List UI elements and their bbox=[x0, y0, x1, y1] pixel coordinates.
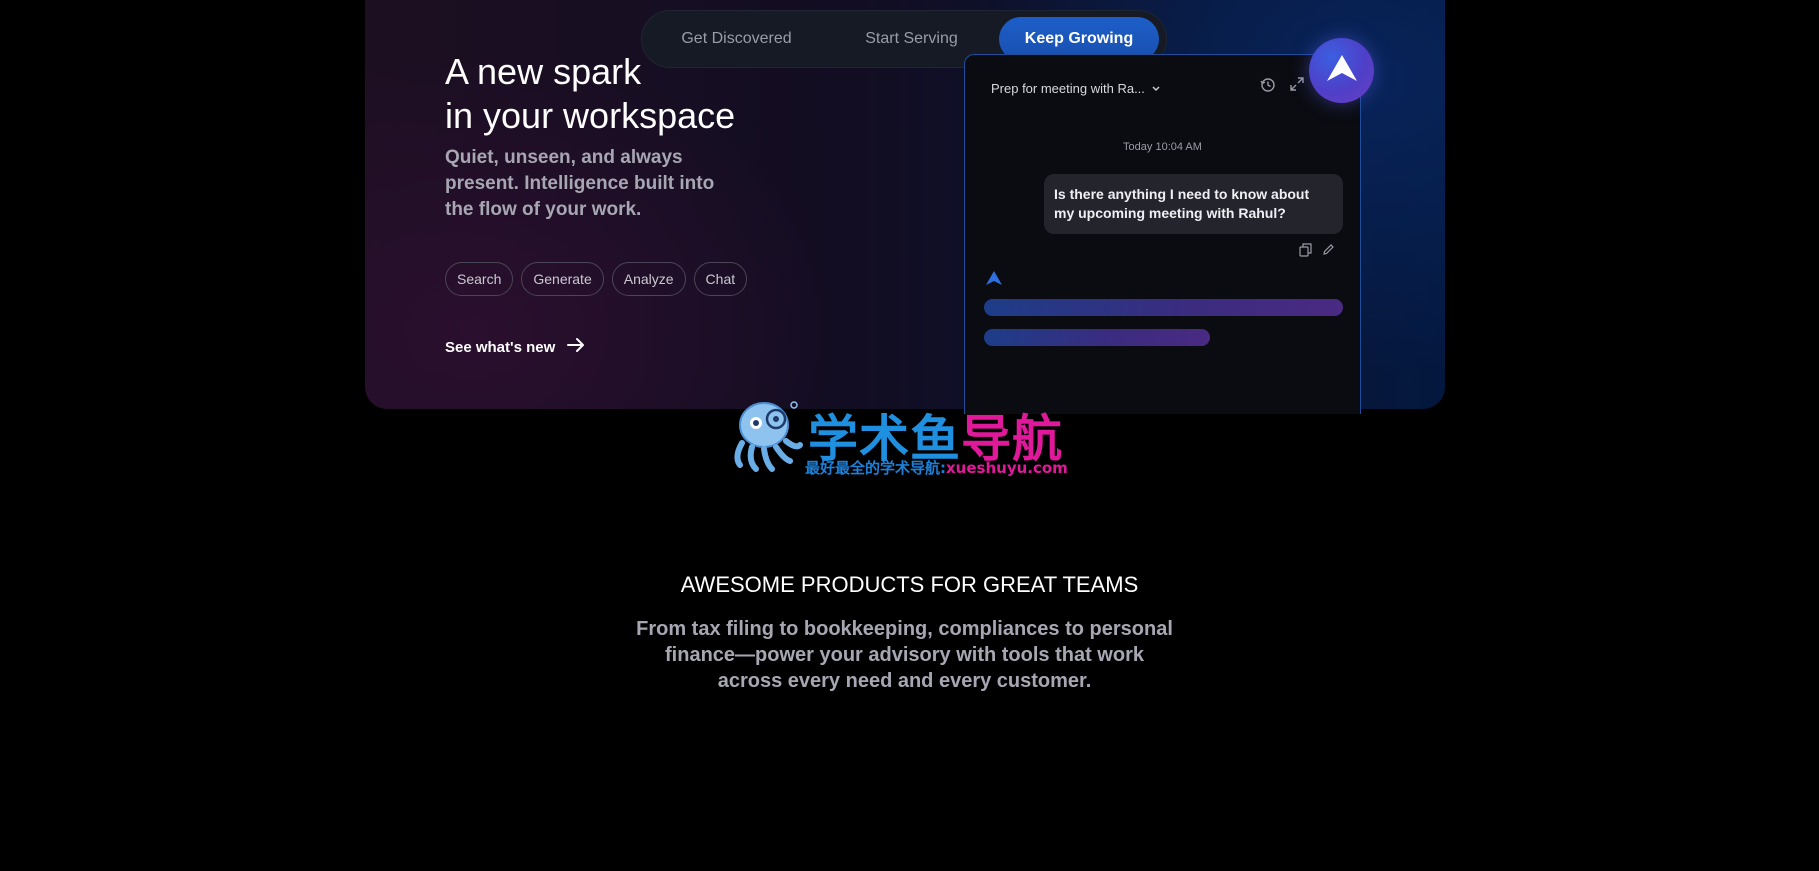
chip-generate[interactable]: Generate bbox=[521, 262, 604, 296]
chat-title-dropdown[interactable]: Prep for meeting with Ra... bbox=[991, 81, 1161, 96]
hero-headline-line-2: in your workspace bbox=[445, 95, 736, 136]
edit-icon[interactable] bbox=[1322, 243, 1335, 262]
section-title: AWESOME PRODUCTS FOR GREAT TEAMS bbox=[680, 572, 1139, 597]
chat-title: Prep for meeting with Ra... bbox=[991, 81, 1145, 96]
watermark-url: xueshuyu.com bbox=[946, 459, 1068, 477]
hero-subtitle: Quiet, unseen, and always present. Intel… bbox=[445, 147, 715, 220]
ai-spark-icon bbox=[985, 270, 1003, 291]
octopus-mascot-icon bbox=[726, 395, 806, 480]
arrow-right-icon bbox=[567, 337, 585, 357]
chip-chat[interactable]: Chat bbox=[693, 262, 748, 296]
chevron-down-icon bbox=[1151, 81, 1161, 96]
watermark-subtitle-blue: 最好最全的学术导航: bbox=[805, 459, 946, 477]
hero-headline-line-1: A new spark bbox=[445, 51, 642, 92]
capability-chips: Search Generate Analyze Chat bbox=[445, 262, 748, 296]
assistant-chat-panel: Prep for meeting with Ra... Today 10:04 … bbox=[964, 54, 1361, 414]
assistant-launcher-button[interactable] bbox=[1309, 38, 1374, 103]
watermark-logo: 学术鱼导航 最好最全的学术导航:xueshuyu.com bbox=[726, 395, 1091, 478]
see-whats-new-link[interactable]: See what's new bbox=[445, 337, 585, 357]
chat-timestamp: Today 10:04 AM bbox=[1123, 141, 1202, 153]
expand-icon[interactable] bbox=[1290, 77, 1304, 98]
hero-headline: A new spark in your workspace bbox=[445, 50, 735, 138]
section-description: From tax filing to bookkeeping, complian… bbox=[636, 618, 1173, 692]
chip-analyze[interactable]: Analyze bbox=[611, 262, 686, 296]
chat-header-actions bbox=[1260, 77, 1304, 98]
copy-icon[interactable] bbox=[1299, 243, 1312, 262]
user-message-bubble: Is there anything I need to know about m… bbox=[1044, 174, 1343, 234]
see-whats-new-label: See what's new bbox=[445, 338, 556, 356]
message-actions bbox=[1299, 243, 1335, 262]
assistant-logo-icon bbox=[1325, 53, 1359, 88]
watermark-subtitle: 最好最全的学术导航:xueshuyu.com bbox=[805, 457, 1068, 478]
history-icon[interactable] bbox=[1260, 77, 1276, 98]
response-loading-bar-1 bbox=[984, 299, 1343, 316]
chip-search[interactable]: Search bbox=[445, 262, 514, 296]
response-loading-bar-2 bbox=[984, 329, 1210, 346]
